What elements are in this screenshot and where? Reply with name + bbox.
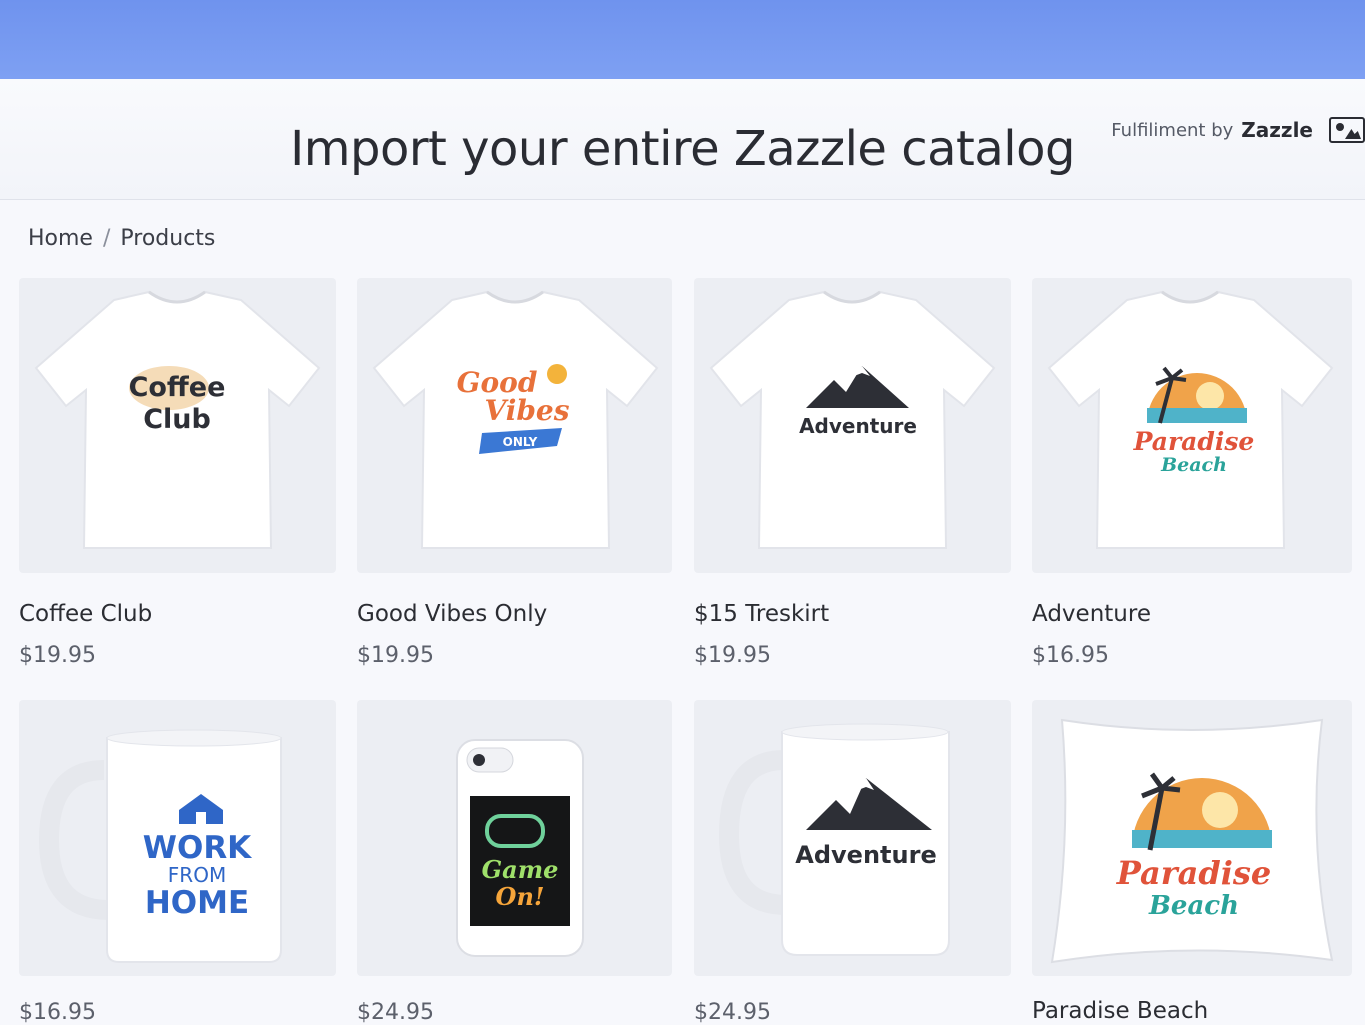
fulfilment-badge[interactable]: Fulfiliment by Zazzle — [1111, 112, 1365, 148]
product-image[interactable]: Paradise Beach — [1032, 700, 1352, 976]
product-image[interactable]: Adventure — [694, 700, 1011, 976]
art-line-1: Paradise — [1116, 854, 1271, 892]
art-line-1: WORK — [143, 830, 252, 866]
product-image[interactable]: Paradise Beach — [1032, 278, 1352, 573]
art-line-2: Vibes — [484, 394, 569, 427]
product-price: $24.95 — [357, 1000, 434, 1025]
art-line-1: Coffee — [129, 372, 226, 403]
product-image[interactable]: Adventure — [694, 278, 1011, 573]
product-image[interactable]: Coffee Club — [19, 278, 336, 573]
art-line-1: Adventure — [799, 414, 917, 438]
art-line-3: HOME — [145, 885, 249, 921]
fulfilment-label: Fulfiliment by — [1111, 119, 1234, 141]
product-price: $19.95 — [694, 643, 771, 668]
product-image[interactable]: Game On! — [357, 700, 672, 976]
product-name[interactable]: $15 Treskirt — [694, 601, 1011, 627]
product-card[interactable]: Game On! $24.95 — [357, 700, 672, 1025]
product-name[interactable]: Paradise Beach — [1032, 998, 1352, 1024]
product-price: $19.95 — [357, 643, 434, 668]
product-card[interactable]: WORK FROM HOME $16.95 — [19, 700, 336, 1025]
art-line-2: Club — [143, 404, 211, 435]
product-price: $16.95 — [19, 1000, 96, 1025]
breadcrumb-home-link[interactable]: Home — [28, 226, 93, 251]
art-line-1: Adventure — [795, 841, 936, 869]
breadcrumb: Home / Products — [28, 226, 215, 251]
product-card[interactable]: Adventure $15 Treskirt $19.95 — [694, 278, 1011, 668]
breadcrumb-current: Products — [120, 226, 216, 251]
art-line-3: ONLY — [503, 435, 538, 449]
breadcrumb-separator: / — [102, 226, 111, 251]
image-icon — [1329, 117, 1365, 143]
art-line-1: Paradise — [1133, 427, 1255, 456]
art-line-2: On! — [496, 882, 545, 911]
product-name[interactable]: Good Vibes Only — [357, 601, 672, 627]
page-header: Import your entire Zazzle catalog Fulfil… — [0, 79, 1365, 200]
product-price: $19.95 — [19, 643, 96, 668]
product-name[interactable]: Coffee Club — [19, 601, 336, 627]
product-card[interactable]: Adventure $24.95 — [694, 700, 1011, 1025]
art-line-1: Game — [482, 855, 559, 884]
product-card[interactable]: Coffee Club Coffee Club $19.95 — [19, 278, 336, 668]
product-card[interactable]: Paradise Beach Adventure $16.95 — [1032, 278, 1352, 668]
top-banner — [0, 0, 1365, 79]
product-image[interactable]: WORK FROM HOME — [19, 700, 336, 976]
product-price: $16.95 — [1032, 643, 1109, 668]
product-card[interactable]: Good Vibes ONLY Good Vibes Only $19.95 — [357, 278, 672, 668]
product-card[interactable]: Paradise Beach Paradise Beach — [1032, 700, 1352, 1024]
art-line-2: FROM — [168, 863, 226, 887]
art-line-2: Beach — [1148, 891, 1239, 921]
art-line-2: Beach — [1160, 454, 1227, 476]
product-image[interactable]: Good Vibes ONLY — [357, 278, 672, 573]
brand-name: Zazzle — [1241, 118, 1313, 142]
product-price: $24.95 — [694, 1000, 771, 1025]
product-name[interactable]: Adventure — [1032, 601, 1352, 627]
